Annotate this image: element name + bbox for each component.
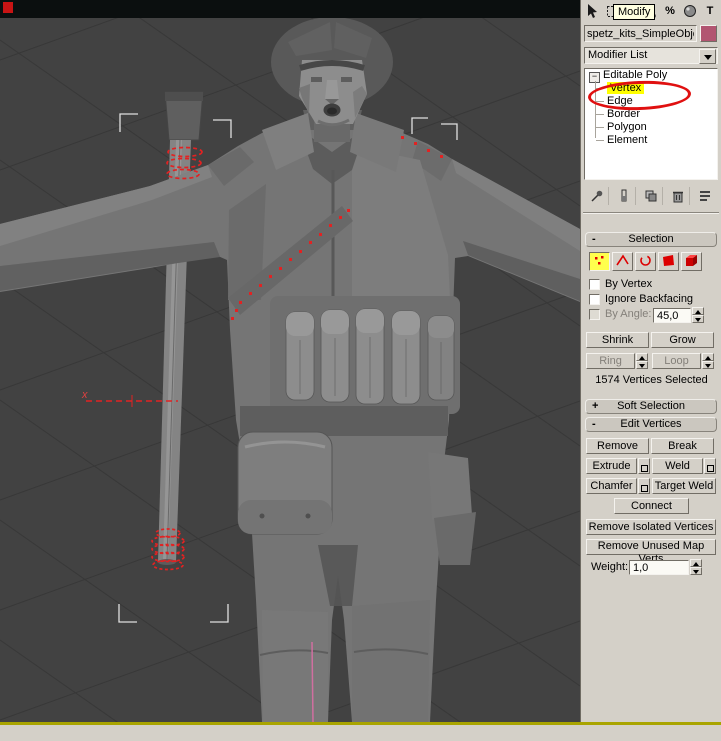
weld-button[interactable]: Weld	[652, 458, 703, 474]
target-weld-button[interactable]: Target Weld	[652, 478, 716, 494]
break-button[interactable]: Break	[651, 438, 714, 454]
weight-label: Weight:	[591, 561, 629, 573]
stack-toolbar	[584, 185, 718, 207]
chest-pouches	[270, 296, 460, 414]
remove-modifier-icon[interactable]	[667, 187, 690, 205]
ring-spinner[interactable]	[636, 353, 648, 369]
extrude-button[interactable]: Extrude	[586, 458, 637, 474]
remove-unused-map-verts-button[interactable]: Remove Unused Map Verts	[586, 539, 716, 565]
chevron-down-icon[interactable]	[699, 49, 716, 64]
rollout-soft-selection[interactable]: + Soft Selection	[585, 399, 717, 414]
rifle	[158, 91, 204, 565]
by-angle-label: By Angle:	[605, 308, 652, 320]
border-icon	[640, 255, 651, 266]
weld-settings-button[interactable]	[704, 458, 716, 474]
stack-item-border[interactable]: Border	[585, 108, 717, 121]
soldier-model	[0, 18, 580, 722]
shrink-button[interactable]: Shrink	[586, 332, 649, 348]
divider	[583, 212, 719, 214]
viewport-3d[interactable]: x	[0, 18, 580, 722]
stack-item-editable-poly[interactable]: − Editable Poly	[585, 69, 717, 83]
pin-stack-icon[interactable]	[586, 187, 609, 205]
object-color-swatch[interactable]	[700, 25, 717, 42]
polygon-icon	[663, 255, 674, 266]
sphere-icon[interactable]	[681, 2, 699, 20]
stack-tree-line	[595, 81, 596, 138]
remove-isolated-vertices-button[interactable]: Remove Isolated Vertices	[586, 519, 716, 535]
by-angle-checkbox[interactable]	[589, 309, 600, 320]
drop-pouch	[237, 431, 333, 535]
percent-icon[interactable]: %	[661, 2, 679, 20]
show-end-result-icon[interactable]	[613, 187, 636, 205]
stack-item-vertex[interactable]: Vertex	[585, 82, 717, 95]
by-angle-field[interactable]	[653, 308, 691, 323]
chamfer-button[interactable]: Chamfer	[586, 478, 637, 494]
ignore-backfacing-label: Ignore Backfacing	[605, 293, 694, 305]
title-icon	[3, 2, 13, 13]
settings-icon	[640, 484, 648, 492]
stack-item-element[interactable]: Element	[585, 134, 717, 147]
subobject-element-button[interactable]	[681, 252, 702, 271]
extrude-settings-button[interactable]	[638, 458, 650, 474]
loop-button[interactable]: Loop	[652, 353, 701, 369]
vertex-icon	[595, 256, 604, 265]
loop-spinner[interactable]	[702, 353, 714, 369]
settings-icon	[706, 464, 714, 472]
chamfer-settings-button[interactable]	[638, 478, 650, 494]
bottom-strip	[0, 725, 721, 741]
rollout-edit-vertices[interactable]: - Edit Vertices	[585, 417, 717, 432]
rollout-selection[interactable]: - Selection	[585, 232, 717, 247]
element-icon	[686, 255, 697, 266]
letter-t-icon[interactable]: T	[701, 2, 719, 20]
grow-button[interactable]: Grow	[651, 332, 714, 348]
edge-highlight-line	[311, 641, 314, 722]
remove-button[interactable]: Remove	[586, 438, 649, 454]
connect-button[interactable]: Connect	[614, 498, 689, 514]
modifier-stack[interactable]: − Editable Poly Vertex Edge Border Polygo…	[584, 68, 718, 180]
subobject-vertex-button[interactable]	[589, 252, 610, 271]
selection-status: 1574 Vertices Selected	[595, 374, 708, 386]
by-vertex-checkbox[interactable]	[589, 279, 600, 290]
selected-subobject-level: Vertex	[607, 82, 645, 94]
ring-button[interactable]: Ring	[586, 353, 635, 369]
hip-pouch	[428, 452, 472, 520]
stack-item-polygon[interactable]: Polygon	[585, 121, 717, 134]
edge-icon	[616, 254, 629, 266]
weight-field[interactable]	[629, 560, 689, 575]
3dsmax-window: x % T Modify Modifier List	[0, 0, 721, 741]
holster	[434, 512, 476, 565]
cursor-icon[interactable]	[584, 2, 602, 20]
modify-tooltip: Modify	[613, 4, 656, 20]
by-angle-spinner[interactable]	[692, 307, 704, 323]
titlebar-strip	[0, 0, 580, 18]
axis-x-label: x	[81, 389, 88, 401]
ignore-backfacing-checkbox[interactable]	[589, 294, 600, 305]
configure-modifier-sets-icon[interactable]	[694, 187, 716, 205]
make-unique-icon[interactable]	[640, 187, 663, 205]
modifier-list-dropdown[interactable]: Modifier List	[584, 47, 718, 64]
settings-icon	[640, 464, 648, 472]
object-name-field[interactable]	[584, 25, 697, 42]
by-vertex-label: By Vertex	[605, 278, 653, 290]
weight-spinner[interactable]	[690, 559, 702, 575]
modifier-list-label: Modifier List	[588, 49, 648, 61]
subobject-border-button[interactable]	[635, 252, 656, 271]
subobject-polygon-button[interactable]	[658, 252, 679, 271]
subobject-edge-button[interactable]	[612, 252, 633, 271]
command-panel: % T Modify Modifier List −Editable Poly …	[580, 0, 721, 741]
stack-item-edge[interactable]: Edge	[585, 95, 717, 108]
